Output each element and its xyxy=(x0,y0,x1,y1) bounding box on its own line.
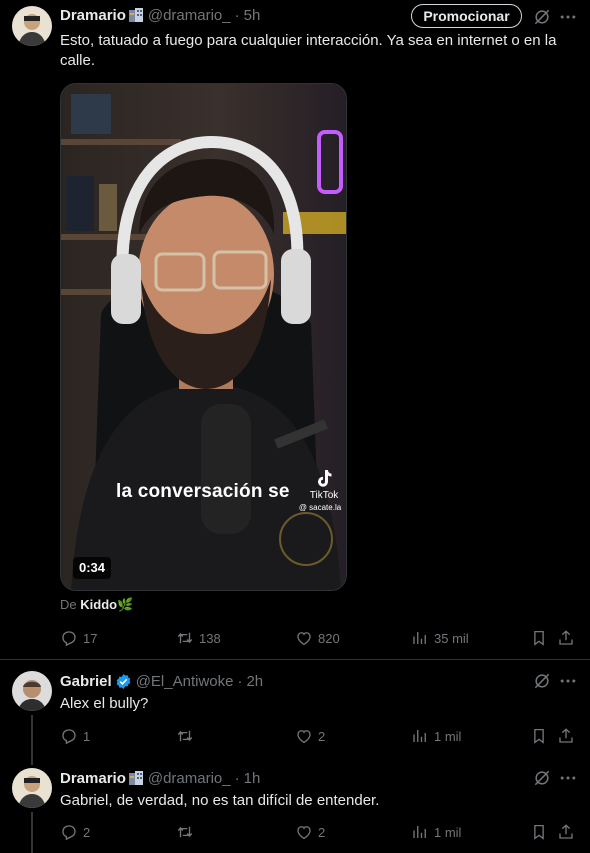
separator-dot: · xyxy=(234,769,240,787)
more-icon[interactable] xyxy=(558,7,578,27)
bookmark-icon xyxy=(530,629,548,647)
views-icon xyxy=(411,727,429,745)
reply-icon xyxy=(60,629,78,647)
verified-badge-icon xyxy=(116,673,130,689)
bookmark-icon xyxy=(530,823,548,841)
reply-author-handle[interactable]: @dramario_ xyxy=(148,770,231,787)
source-name[interactable]: Kiddo xyxy=(80,597,117,612)
video-frame xyxy=(61,84,346,590)
source-prefix: De xyxy=(60,597,77,612)
share-icon xyxy=(557,823,575,841)
reply-author-name[interactable]: Gabriel xyxy=(60,673,112,690)
leaf-emoji-icon: 🌿 xyxy=(117,597,134,612)
views-button[interactable]: 1 mil xyxy=(411,822,461,842)
reply-icon xyxy=(60,727,78,745)
reply-count: 1 xyxy=(83,728,91,744)
reply-time[interactable]: 1h xyxy=(244,770,261,787)
video-source: De Kiddo🌿 xyxy=(60,597,133,613)
share-icon xyxy=(557,727,575,745)
views-count: 1 mil xyxy=(434,824,462,840)
bookmark-button[interactable] xyxy=(530,628,548,648)
thread-line xyxy=(31,812,33,853)
author-handle[interactable]: @dramario_ xyxy=(148,7,231,24)
tiktok-watermark: TikTok @ sacate.la xyxy=(299,469,345,512)
reply-post[interactable]: Gabriel @El_Antiwoke · 2h Alex el bully?… xyxy=(0,660,590,757)
views-icon xyxy=(411,823,429,841)
reply-button[interactable]: 1 xyxy=(60,726,90,746)
reply-author-name[interactable]: Dramario xyxy=(60,770,126,787)
share-button[interactable] xyxy=(557,628,575,648)
post-text: Esto, tatuado a fuego para cualquier int… xyxy=(60,32,557,69)
grok-icon[interactable] xyxy=(532,768,552,788)
reply-actions: 2 2 1 mil xyxy=(60,822,580,842)
repost-button[interactable] xyxy=(176,822,194,842)
share-button[interactable] xyxy=(557,822,575,842)
views-count: 1 mil xyxy=(434,728,462,744)
reply-text: Gabriel, de verdad, no es tan difícil de… xyxy=(60,792,380,809)
more-icon[interactable] xyxy=(558,768,578,788)
like-icon xyxy=(295,823,313,841)
reply-button[interactable]: 17 xyxy=(60,628,97,648)
like-icon xyxy=(295,629,313,647)
like-count: 820 xyxy=(318,630,340,646)
repost-count: 138 xyxy=(199,630,221,646)
views-button[interactable]: 35 mil xyxy=(411,628,469,648)
tiktok-handle: @ sacate.la xyxy=(298,503,342,512)
bookmark-icon xyxy=(530,727,548,745)
views-count: 35 mil xyxy=(434,630,469,646)
reply-author-handle[interactable]: @El_Antiwoke xyxy=(136,673,234,690)
bookmark-button[interactable] xyxy=(530,822,548,842)
grok-icon[interactable] xyxy=(532,671,552,691)
repost-icon xyxy=(176,823,194,841)
like-count: 2 xyxy=(318,728,326,744)
separator-dot: · xyxy=(237,672,243,690)
reply-count: 2 xyxy=(83,824,91,840)
promote-button[interactable]: Promocionar xyxy=(411,4,522,28)
post-time[interactable]: 5h xyxy=(244,7,261,24)
like-button[interactable]: 820 xyxy=(295,628,340,648)
main-post[interactable]: Dramario @dramario_ · 5h Promocionar Est… xyxy=(0,0,590,660)
like-button[interactable]: 2 xyxy=(295,726,325,746)
building-emoji-icon xyxy=(128,771,143,785)
separator-dot: · xyxy=(234,6,240,24)
post-actions: 17 138 820 35 mil xyxy=(60,628,580,648)
author-avatar[interactable] xyxy=(12,6,52,46)
reply-icon xyxy=(60,823,78,841)
bookmark-button[interactable] xyxy=(530,726,548,746)
reply-count: 17 xyxy=(83,630,98,646)
reply-actions: 1 2 1 mil xyxy=(60,726,580,746)
thread-line xyxy=(31,757,33,765)
repost-button[interactable] xyxy=(176,726,194,746)
thread-line xyxy=(31,715,33,757)
author-name[interactable]: Dramario xyxy=(60,7,126,24)
share-icon xyxy=(557,629,575,647)
repost-button[interactable]: 138 xyxy=(176,628,221,648)
video-caption: la conversación se xyxy=(116,481,290,502)
reply-text: Alex el bully? xyxy=(60,695,149,712)
reply-button[interactable]: 2 xyxy=(60,822,90,842)
video-player[interactable]: la conversación se TikTok @ sacate.la 0:… xyxy=(60,83,347,591)
grok-icon[interactable] xyxy=(532,7,552,27)
like-count: 2 xyxy=(318,824,326,840)
views-button[interactable]: 1 mil xyxy=(411,726,461,746)
tiktok-label: TikTok xyxy=(309,490,339,501)
like-icon xyxy=(295,727,313,745)
views-icon xyxy=(411,629,429,647)
repost-icon xyxy=(176,629,194,647)
building-emoji-icon xyxy=(128,8,143,22)
share-button[interactable] xyxy=(557,726,575,746)
like-button[interactable]: 2 xyxy=(295,822,325,842)
reply-avatar[interactable] xyxy=(12,671,52,711)
reply-time[interactable]: 2h xyxy=(246,673,263,690)
more-icon[interactable] xyxy=(558,671,578,691)
video-duration: 0:34 xyxy=(73,557,112,579)
tiktok-logo-icon xyxy=(318,470,332,487)
repost-icon xyxy=(176,727,194,745)
reply-avatar[interactable] xyxy=(12,768,52,808)
reply-post[interactable]: Dramario @dramario_ · 1h Gabriel, de ver… xyxy=(0,757,590,853)
